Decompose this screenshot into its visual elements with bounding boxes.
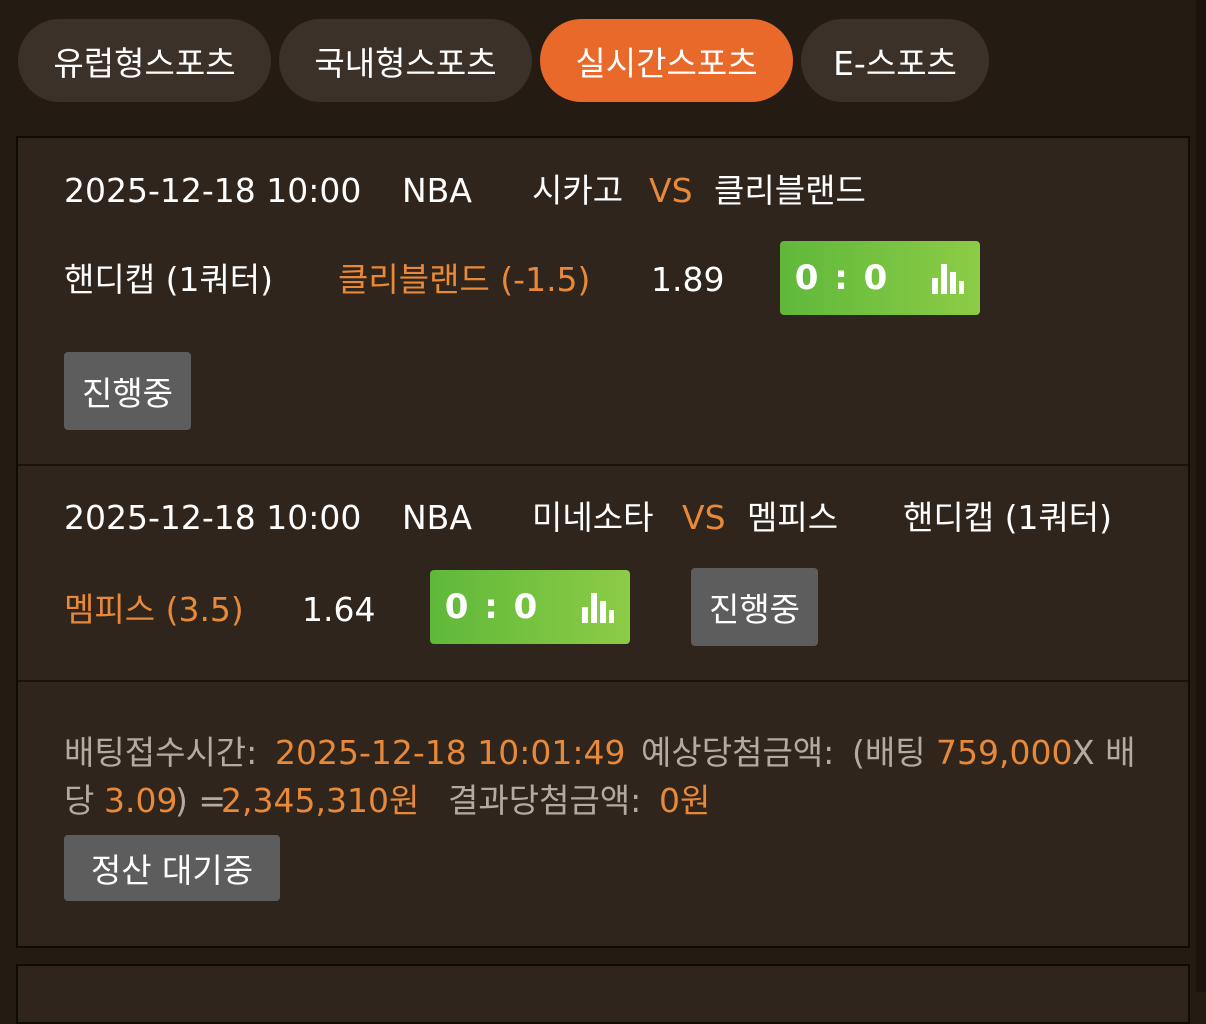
equals-label: ) = xyxy=(175,781,227,820)
multiply-label: X 배 xyxy=(1072,733,1136,772)
expected-win-label: 예상당첨금액: xyxy=(641,733,835,772)
bet-away-team: 클리블랜드 xyxy=(714,171,866,210)
bet-time-label: 배팅접수시간: xyxy=(64,733,258,772)
bet-market: 핸디캡 (1쿼터) xyxy=(64,260,274,299)
bet-market: 핸디캡 (1쿼터) xyxy=(903,498,1113,537)
bar-chart-icon xyxy=(582,593,615,623)
bet-odds: 1.64 xyxy=(302,590,376,629)
bet-vs-label: VS xyxy=(682,498,726,537)
bet-status-badge: 진행중 xyxy=(691,568,818,646)
tab-european-sports[interactable]: 유럽형스포츠 xyxy=(18,19,271,102)
expected-win-amount: 2,345,310원 xyxy=(221,781,420,820)
bar-chart-icon xyxy=(932,264,965,294)
bet-datetime: 2025-12-18 10:00 xyxy=(64,171,362,210)
live-score: 0 : 0 xyxy=(794,258,890,298)
result-win-amount: 0원 xyxy=(659,781,711,820)
scroll-edge xyxy=(1196,0,1206,992)
odds-prefix: 당 xyxy=(64,781,95,820)
tab-e-sports[interactable]: E-스포츠 xyxy=(801,19,989,102)
live-score-button[interactable]: 0 : 0 xyxy=(430,570,630,644)
bet-datetime: 2025-12-18 10:00 xyxy=(64,498,362,537)
bet-home-team: 시카고 xyxy=(532,171,624,210)
live-score: 0 : 0 xyxy=(444,587,540,627)
tab-live-sports[interactable]: 실시간스포츠 xyxy=(540,19,793,102)
bet-home-team: 미네소타 xyxy=(532,498,654,537)
bet-odds: 1.89 xyxy=(651,260,725,299)
bet-amount-prefix: (배팅 xyxy=(852,733,926,772)
bet-pick: 멤피스 (3.5) xyxy=(64,590,244,629)
total-odds: 3.09 xyxy=(104,781,178,820)
row-divider xyxy=(18,464,1188,466)
bet-league: NBA xyxy=(402,498,472,537)
next-bet-card xyxy=(16,964,1190,1024)
bet-history-card: 2025-12-18 10:00 NBA 시카고 VS 클리블랜드 핸디캡 (1… xyxy=(16,136,1190,948)
tab-domestic-sports[interactable]: 국내형스포츠 xyxy=(279,19,532,102)
bet-vs-label: VS xyxy=(649,171,693,210)
row-divider xyxy=(18,680,1188,682)
bet-status-badge: 진행중 xyxy=(64,352,191,430)
live-score-button[interactable]: 0 : 0 xyxy=(780,241,980,315)
bet-pick: 클리블랜드 (-1.5) xyxy=(338,260,591,299)
sport-tabs: 유럽형스포츠 국내형스포츠 실시간스포츠 E-스포츠 xyxy=(18,19,997,102)
bet-league: NBA xyxy=(402,171,472,210)
bet-away-team: 멤피스 xyxy=(747,498,839,537)
result-win-label: 결과당첨금액: xyxy=(448,781,642,820)
bet-amount: 759,000 xyxy=(936,733,1073,772)
settlement-status-badge: 정산 대기중 xyxy=(64,835,280,901)
bet-time-value: 2025-12-18 10:01:49 xyxy=(275,733,626,772)
